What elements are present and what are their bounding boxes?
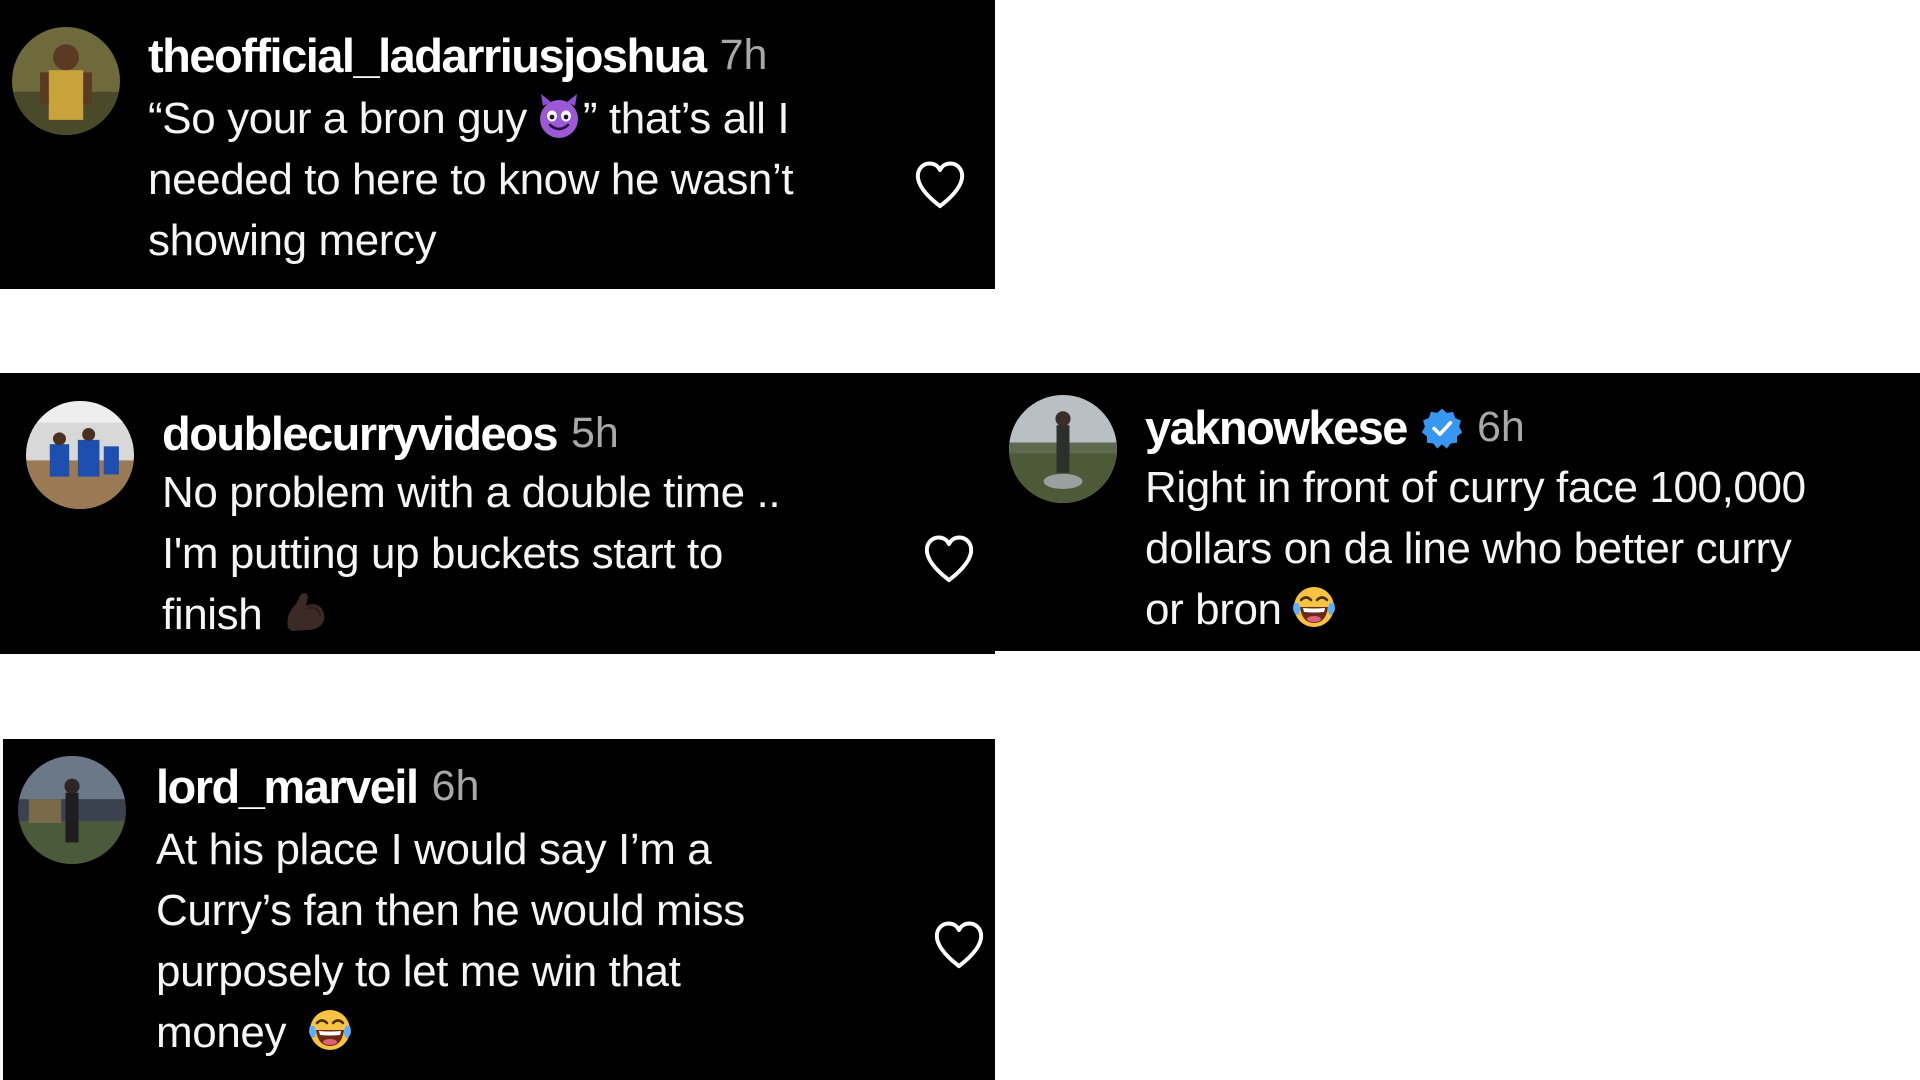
flexed-biceps-emoji-icon	[282, 588, 330, 636]
timestamp[interactable]: 7h	[720, 31, 768, 80]
comment-text-line: ” that’s all I	[582, 94, 790, 143]
avatar[interactable]	[1009, 395, 1117, 503]
comment-text-line: purposely to let me win that	[156, 947, 681, 996]
timestamp[interactable]: 5h	[571, 409, 619, 458]
heart-outline-icon[interactable]	[931, 918, 987, 970]
laughing-tears-emoji-icon	[306, 1006, 354, 1054]
timestamp[interactable]: 6h	[1477, 403, 1525, 452]
comment-text-line: “So your a bron guy	[148, 94, 527, 143]
avatar-image	[26, 401, 134, 509]
comment-text-line: money	[156, 1008, 287, 1057]
comment-text-line: finish	[162, 590, 263, 639]
comment-text-line: I'm putting up buckets start to	[162, 529, 723, 578]
username[interactable]: theofficial_ladarriusjoshua	[148, 28, 707, 83]
username[interactable]: lord_marveil	[156, 759, 419, 814]
comment-text-line: Curry’s fan then he would miss	[156, 886, 745, 935]
username[interactable]: doublecurryvideos	[162, 406, 559, 461]
laughing-tears-emoji-icon	[1290, 583, 1338, 631]
comment-text-line: At his place I would say I’m a	[156, 825, 712, 874]
comment-card: yaknowkese 6h Right in front of curry fa…	[995, 373, 1920, 651]
comment-text-line: dollars on da line who better curry	[1145, 524, 1792, 573]
avatar[interactable]	[12, 27, 120, 135]
verified-badge-icon	[1421, 407, 1463, 449]
heart-outline-icon[interactable]	[921, 532, 977, 584]
avatar-image	[12, 27, 120, 135]
comment-card: lord_marveil 6h At his place I would say…	[3, 739, 995, 1080]
comment-text-line: Right in front of curry face 100,000	[1145, 463, 1806, 512]
comment-text-line: needed to here to know he wasn’t	[148, 155, 794, 204]
avatar-image	[18, 756, 126, 864]
username[interactable]: yaknowkese	[1145, 400, 1408, 455]
timestamp[interactable]: 6h	[432, 762, 480, 811]
comment-text-line: No problem with a double time ..	[162, 468, 781, 517]
avatar[interactable]	[18, 756, 126, 864]
avatar-image	[1009, 395, 1117, 503]
comment-card: theofficial_ladarriusjoshua 7h “So your …	[0, 0, 995, 289]
comment-text-line: or bron	[1145, 585, 1282, 634]
heart-outline-icon[interactable]	[912, 158, 968, 210]
comment-text-line: showing mercy	[148, 216, 437, 265]
comment-card: doublecurryvideos 5h No problem with a d…	[0, 373, 995, 654]
avatar[interactable]	[26, 401, 134, 509]
smiling-devil-emoji-icon	[535, 92, 583, 140]
